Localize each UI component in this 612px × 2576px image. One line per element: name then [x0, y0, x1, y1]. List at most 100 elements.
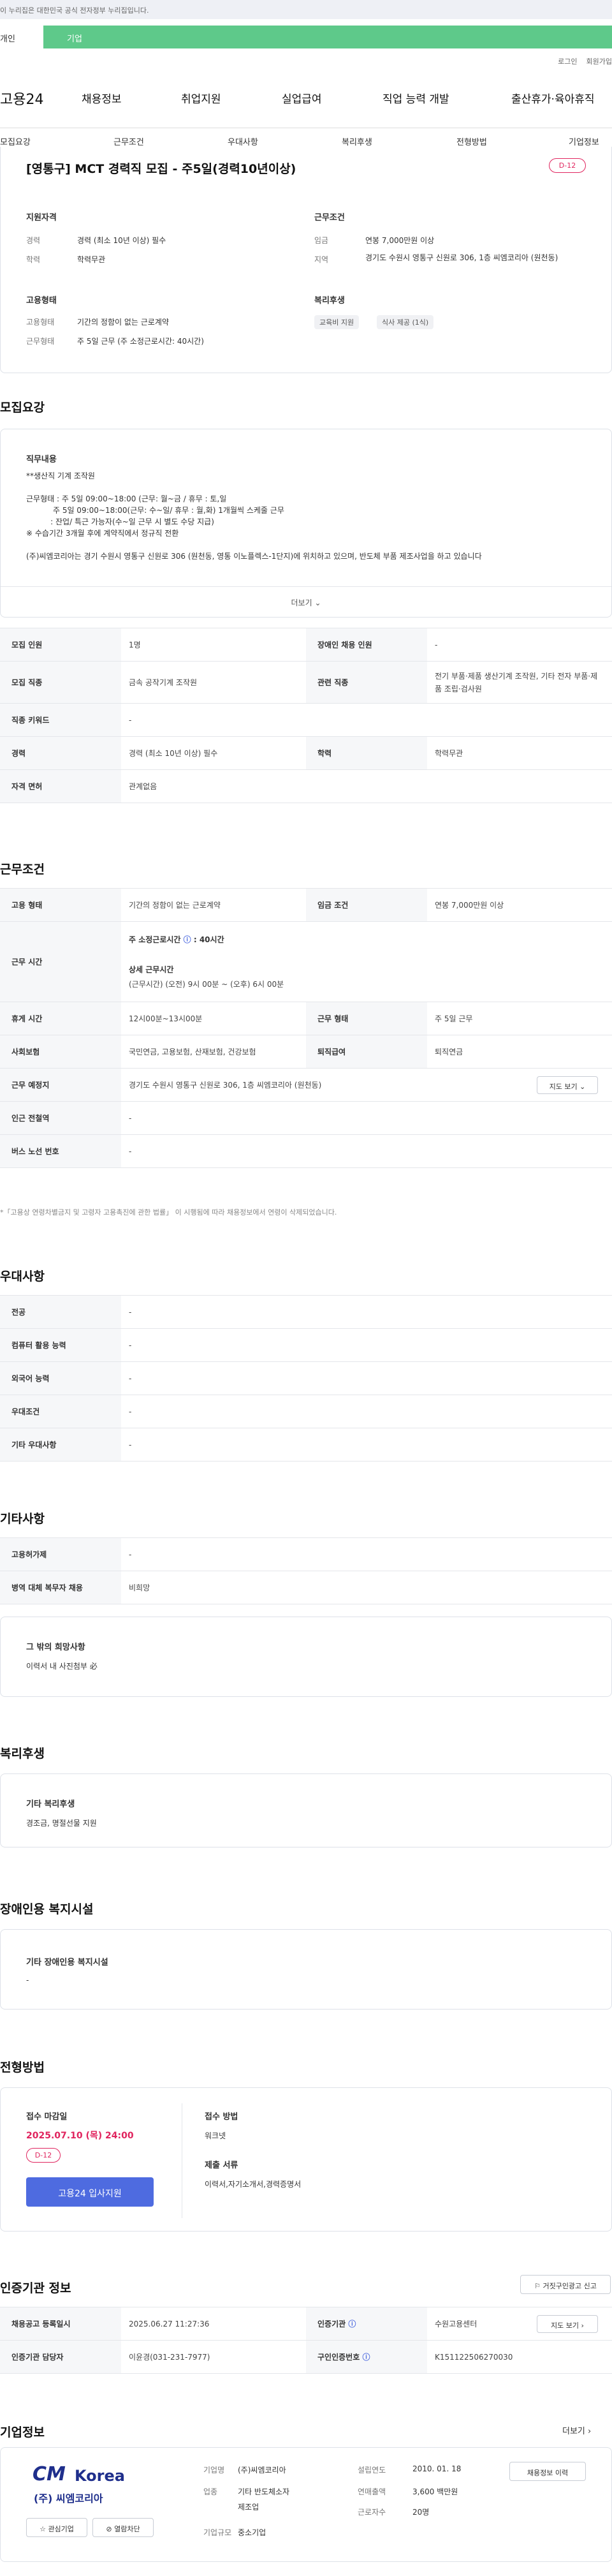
- block-view-button[interactable]: ⊘ 열람차단: [92, 2518, 154, 2537]
- global-nav: 고용24 채용정보 취업지원 실업급여 직업 능력 개발 출산휴가·육아휴직: [0, 88, 612, 114]
- company-name-value: (주)씨엠코리아: [238, 2466, 286, 2475]
- work-time-cell: 주 소정근로시간 ⓘ : 40시간 상세 근무시간 (근무시간) (오전) 9시…: [121, 921, 612, 1002]
- table-row: 우대조건 -: [0, 1395, 612, 1428]
- recruit-table: 모집 인원 1명 장애인 채용 인원 - 모집 직종 금속 공작기계 조작원 관련 직종 전…: [0, 628, 612, 803]
- gnb-item-employment-support[interactable]: 취업지원: [181, 90, 221, 106]
- info-icon[interactable]: ⓘ: [362, 2353, 370, 2362]
- favorite-company-button[interactable]: ☆ 관심기업: [26, 2518, 87, 2537]
- welfare-title: 복리후생: [314, 296, 345, 306]
- gov-notice-text: 이 누리집은 대한민국 공식 전자정부 누리집입니다.: [0, 6, 149, 15]
- org-value: 수원고용센터: [435, 2320, 477, 2328]
- anchor-company[interactable]: 기업정보: [569, 135, 599, 147]
- industry-value-2: 제조업: [238, 2503, 259, 2512]
- cell-value: -: [121, 1295, 612, 1329]
- cell-value: 기간의 정함이 없는 근로계약: [121, 888, 306, 922]
- disability-card: 기타 장애인용 복지시설 -: [0, 1929, 612, 2010]
- dday-badge: D-12: [549, 158, 586, 173]
- cell-value: 금속 공작기계 조작원: [121, 661, 306, 704]
- cell-key: 직종 키워드: [0, 703, 121, 737]
- job-desc-line: ※ 수습기간 3개월 후에 계약직에서 정규직 전환: [26, 529, 179, 538]
- industry-label: 업종: [203, 2487, 218, 2496]
- work-table: 고용 형태 기간의 정함이 없는 근로계약 임금 조건 연봉 7,000만원 이상 근…: [0, 888, 612, 1168]
- table-row: 병역 대체 복무자 채용 비희망: [0, 1571, 612, 1604]
- disability-box-text: -: [26, 1976, 29, 1985]
- job-desc-line: [26, 482, 587, 493]
- cell-value: -: [121, 1134, 612, 1168]
- qual-title: 지원자격: [26, 213, 57, 223]
- docs-label: 제출 서류: [205, 2161, 238, 2170]
- revenue-value: 3,600 백만원: [412, 2487, 458, 2496]
- cell-value: -: [121, 703, 612, 737]
- work-heading: 근무조건: [0, 862, 45, 877]
- job-history-button[interactable]: 채용정보 이력: [509, 2462, 586, 2481]
- work-place-value: 경기도 수원시 영통구 신원로 306, 1층 씨엠코리아 (원천동): [129, 1081, 322, 1090]
- recruit-heading: 모집요강: [0, 401, 45, 415]
- anchor-welfare[interactable]: 복리후생: [342, 135, 372, 147]
- cell-value: 12시00분~13시00분: [121, 1002, 306, 1035]
- gnb-item-vocational-training[interactable]: 직업 능력 개발: [382, 90, 449, 106]
- job-description-card: 직무내용 **생산직 기계 조작원 근무형태 : 주 5일 09:00~18:00…: [0, 429, 612, 618]
- map-view-button[interactable]: 지도 보기 ⌄: [537, 1076, 598, 1094]
- hours-value: 주 5일 근무 (주 소정근로시간: 40시간): [77, 337, 204, 346]
- wage-value: 연봉 7,000만원 이상: [365, 236, 435, 245]
- block-label: 열람차단: [114, 2525, 140, 2533]
- block-icon: ⊘: [106, 2525, 112, 2533]
- est-year-label: 설립연도: [358, 2466, 386, 2475]
- job-desc-title: 직무내용: [26, 455, 57, 464]
- emp-title: 고용형태: [26, 296, 57, 306]
- cell-value: 관계없음: [121, 769, 612, 803]
- cert-no-key: 구인인증번호: [317, 2353, 360, 2362]
- welfare-chip: 식사 제공 (1식): [377, 315, 434, 329]
- gnb-item-unemployment-benefit[interactable]: 실업급여: [282, 90, 322, 106]
- cell-value: -: [121, 1361, 612, 1395]
- anchor-work[interactable]: 근무조건: [113, 135, 144, 147]
- info-icon[interactable]: ⓘ: [184, 935, 191, 944]
- table-row: 근무 예정지 경기도 수원시 영통구 신원로 306, 1층 씨엠코리아 (원천동…: [0, 1068, 612, 1102]
- site-logo[interactable]: 고용24: [0, 88, 43, 108]
- cell-value: -: [121, 1537, 612, 1571]
- apply-button[interactable]: 고용24 입사지원: [26, 2177, 154, 2207]
- cell-key: 컴퓨터 활용 능력: [0, 1328, 121, 1362]
- screening-card: 접수 마감일 2025.07.10 (목) 24:00 D-12 고용24 입사…: [0, 2087, 612, 2232]
- table-row: 자격 면허 관계없음: [0, 769, 612, 803]
- cell-key: 구인인증번호 ⓘ: [306, 2340, 427, 2374]
- false-ad-report-button[interactable]: ⚐ 거짓구인광고 신고: [520, 2275, 611, 2294]
- tab-personal[interactable]: 개인: [0, 26, 43, 48]
- age-footnote: *「고용상 연령차별금지 및 고령자 고용촉진에 관한 법률」 이 시행됨에 따…: [0, 1208, 337, 1217]
- agency-heading: 인증기관 정보: [0, 2281, 71, 2295]
- tab-business[interactable]: 기업: [67, 32, 82, 44]
- employees-label: 근로자수: [358, 2508, 386, 2517]
- table-row: 직종 키워드 -: [0, 703, 612, 737]
- company-more-link[interactable]: 더보기 ›: [562, 2424, 591, 2436]
- disability-box-title: 기타 장애인용 복지시설: [26, 1958, 108, 1967]
- method-label: 접수 방법: [205, 2112, 238, 2122]
- signup-link[interactable]: 회원가입: [586, 57, 612, 66]
- work-place-cell: 경기도 수원시 영통구 신원로 306, 1층 씨엠코리아 (원천동) 지도 보기…: [121, 1068, 612, 1102]
- deadline-value: 2025.07.10 (목) 24:00: [26, 2131, 134, 2141]
- org-cell: 수원고용센터 지도 보기 ›: [427, 2307, 612, 2341]
- cell-key: 근무 예정지: [0, 1068, 121, 1102]
- disability-heading: 장애인용 복지시설: [0, 1902, 94, 1916]
- cell-key: 장애인 채용 인원: [306, 628, 427, 662]
- map-btn-label: 지도 보기: [551, 2321, 579, 2330]
- agency-map-button[interactable]: 지도 보기 ›: [537, 2315, 598, 2333]
- edu-label: 학력: [26, 255, 41, 264]
- anchor-recruit[interactable]: 모집요강: [0, 135, 31, 147]
- cell-key: 퇴직급여: [306, 1035, 427, 1069]
- emp-value: 기간의 정함이 없는 근로계약: [77, 318, 169, 327]
- company-heading: 기업정보: [0, 2425, 45, 2439]
- fav-label: 관심기업: [48, 2525, 74, 2533]
- more-button[interactable]: 더보기 ⌄: [1, 586, 611, 617]
- anchor-screen[interactable]: 전형방법: [456, 135, 487, 147]
- cell-value: 전기 부품·제품 생산기계 조작원, 기타 전자 부품·제품 조립·검사원: [427, 661, 612, 704]
- cell-key: 관련 직종: [306, 661, 427, 704]
- gnb-item-jobs[interactable]: 채용정보: [82, 90, 122, 106]
- table-row: 고용허가제 -: [0, 1537, 612, 1571]
- anchor-pref[interactable]: 우대사항: [228, 135, 258, 147]
- table-row: 전공 -: [0, 1295, 612, 1329]
- wish-text: 이력서 내 사진첨부 必: [26, 1662, 98, 1671]
- est-year-value: 2010. 01. 18: [412, 2464, 462, 2473]
- info-icon[interactable]: ⓘ: [348, 2320, 356, 2328]
- gnb-item-parental-leave[interactable]: 출산휴가·육아휴직: [511, 90, 595, 106]
- login-link[interactable]: 로그인: [558, 57, 577, 66]
